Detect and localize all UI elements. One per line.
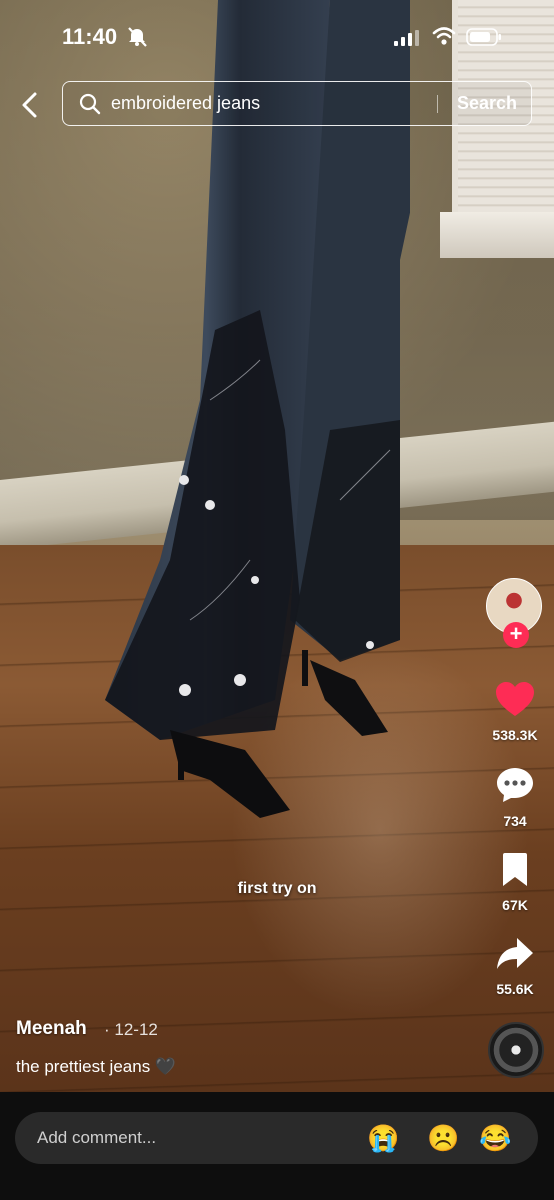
battery-icon: [466, 28, 501, 46]
like-count: 538.3K: [492, 727, 538, 743]
comment-placeholder: Add comment...: [37, 1128, 157, 1147]
silent-bell-icon: [128, 27, 147, 47]
search-button[interactable]: Search: [457, 93, 517, 114]
music-disc-icon[interactable]: [488, 1022, 544, 1078]
comment-button[interactable]: 734: [478, 766, 552, 829]
heart-icon: [496, 682, 534, 716]
left-heel-shoe: [170, 730, 290, 818]
right-heel-shoe: [302, 650, 388, 736]
share-arrow-icon: [497, 938, 533, 969]
creator-avatar-group[interactable]: +: [486, 578, 544, 650]
back-arrow-icon[interactable]: [16, 90, 44, 120]
video-player[interactable]: [0, 0, 554, 1092]
window-sill: [440, 212, 554, 258]
video-overlay-text: first try on: [237, 880, 317, 897]
search-input[interactable]: embroidered jeans: [111, 93, 260, 114]
wifi-icon: [432, 27, 456, 45]
comment-bubble-icon: [497, 768, 533, 802]
author-name[interactable]: Meenah: [16, 1018, 87, 1040]
crying-emoji-button[interactable]: 😭: [367, 1123, 399, 1153]
laughing-emoji-button[interactable]: 😂: [479, 1123, 511, 1153]
follow-button[interactable]: +: [503, 622, 529, 648]
search-divider: [437, 95, 438, 113]
save-count: 67K: [502, 897, 528, 913]
post-description: the prettiest jeans 🖤: [16, 1057, 177, 1076]
clock: 11:40: [62, 24, 118, 49]
search-icon: [79, 93, 101, 115]
cellular-signal-icon: [394, 30, 419, 46]
bottom-bar: Add comment... 😭 ☹️ 😂: [0, 1092, 554, 1200]
post-date: · 12-12: [104, 1020, 158, 1039]
comment-count: 734: [503, 813, 527, 829]
comment-input[interactable]: Add comment... 😭 ☹️ 😂: [15, 1112, 538, 1164]
share-count: 55.6K: [496, 981, 534, 997]
search-bar[interactable]: embroidered jeans Search: [62, 81, 532, 126]
frown-emoji-button[interactable]: ☹️: [427, 1123, 459, 1153]
status-bar: 11:40: [0, 22, 554, 56]
share-button[interactable]: 55.6K: [478, 936, 552, 997]
like-button[interactable]: 538.3K: [478, 680, 552, 743]
